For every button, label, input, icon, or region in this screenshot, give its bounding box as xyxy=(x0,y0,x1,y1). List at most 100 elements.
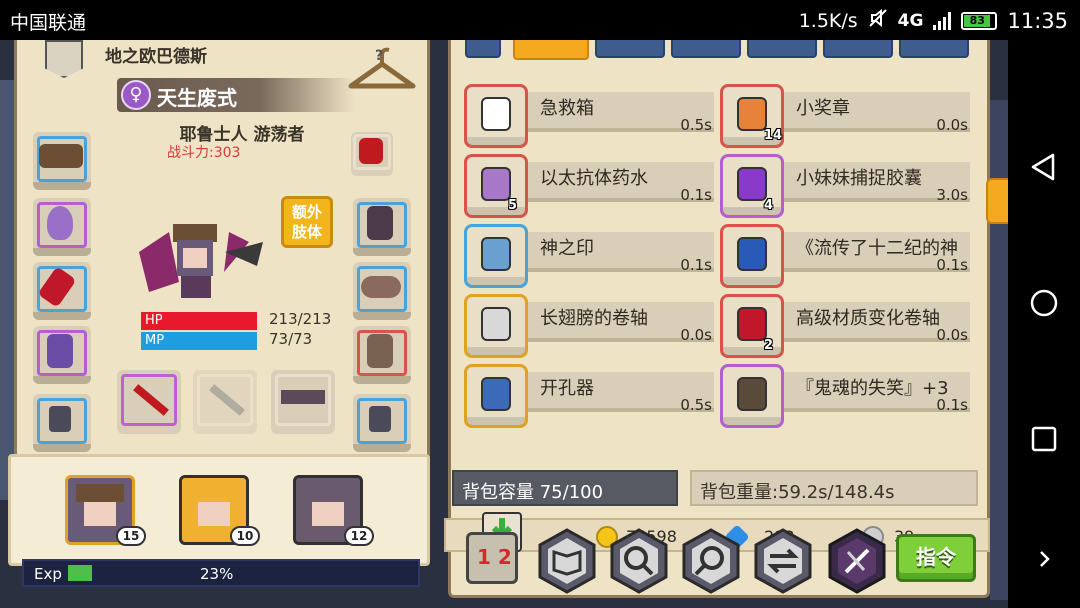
tab-1[interactable] xyxy=(513,40,589,60)
navigation-bar xyxy=(1008,40,1080,608)
equip-slot-gloves[interactable] xyxy=(353,198,411,256)
exp-track xyxy=(68,565,172,581)
inventory-item[interactable]: 小妹妹捕捉胶囊 3.0s 4 xyxy=(720,154,970,218)
bag-weight: 背包重量:59.2s/148.4s xyxy=(690,470,978,506)
item-icon xyxy=(464,84,528,148)
item-quantity: 4 xyxy=(764,198,774,213)
hp-value: 213/213 xyxy=(269,310,332,328)
back-icon[interactable] xyxy=(1029,152,1059,182)
equip-slot-pet[interactable] xyxy=(33,326,91,384)
equip-slot-armor[interactable] xyxy=(33,198,91,256)
item-icon xyxy=(720,364,784,428)
signal-icon xyxy=(933,11,952,30)
tab-5[interactable] xyxy=(823,40,893,58)
tab-3[interactable] xyxy=(671,40,741,58)
item-weight: 0.1s xyxy=(936,396,968,414)
game-screen: 地之欧巴德斯 ? ♀ 天生废式 耶鲁士人 游荡者 战斗力:303 额外 肢体 H… xyxy=(0,40,1008,608)
sort-label: 1 2 xyxy=(477,545,512,569)
mp-bar: MP xyxy=(141,332,257,350)
weapon-slot-ranged[interactable] xyxy=(271,370,335,434)
sort-button[interactable]: 1 2 xyxy=(466,532,518,584)
item-icon xyxy=(720,224,784,288)
tab-0[interactable] xyxy=(465,40,501,58)
weapon-slot-offhand[interactable] xyxy=(193,370,257,434)
clock: 11:35 xyxy=(1007,8,1068,33)
tab-2[interactable] xyxy=(595,40,665,58)
inventory-item[interactable]: 急救箱 0.5s xyxy=(464,84,714,148)
female-icon: ♀ xyxy=(121,80,151,110)
bag-weight-text: 背包重量:59.2s/148.4s xyxy=(700,482,895,503)
status-bar: 中国联通 1.5K/s 4G 83 11:35 xyxy=(0,0,1080,40)
item-weight: 3.0s xyxy=(936,186,968,204)
equip-slot-belt[interactable] xyxy=(353,262,411,320)
equip-slot-cape[interactable] xyxy=(33,262,91,320)
exp-fill xyxy=(68,565,92,581)
tab-6[interactable] xyxy=(899,40,969,58)
swap-button[interactable] xyxy=(750,528,816,594)
item-weight: 0.5s xyxy=(680,396,712,414)
item-weight: 0.0s xyxy=(936,326,968,344)
party-member-3-level: 12 xyxy=(344,526,374,546)
character-name: 天生废式 xyxy=(157,86,237,110)
exp-bar: Exp 23% xyxy=(22,559,420,587)
equip-slot-boots[interactable] xyxy=(353,326,411,384)
item-quantity: 5 xyxy=(508,198,518,213)
party-member-1-level: 15 xyxy=(116,526,146,546)
weapon-slot-main[interactable] xyxy=(117,370,181,434)
extra-limb-button[interactable]: 额外 肢体 xyxy=(281,196,333,248)
inventory-item[interactable]: 神之印 0.1s xyxy=(464,224,714,288)
tools-button[interactable] xyxy=(824,528,890,594)
party-member-2[interactable]: 10 xyxy=(179,475,260,546)
magnify-button[interactable] xyxy=(678,528,744,594)
party-member-1[interactable]: 15 xyxy=(65,475,146,546)
bag-capacity: 背包容量 75/100 xyxy=(452,470,678,506)
network-speed: 1.5K/s xyxy=(798,9,858,32)
bag-capacity-text: 背包容量 75/100 xyxy=(462,482,604,503)
item-quantity: 2 xyxy=(764,338,774,353)
search-button[interactable] xyxy=(606,528,672,594)
command-button[interactable]: 指令 xyxy=(896,534,976,582)
mute-icon xyxy=(868,8,888,33)
class-emblem-icon xyxy=(45,40,83,78)
network-type: 4G xyxy=(897,10,924,31)
item-icon xyxy=(464,154,528,218)
equip-slot-accessory-right[interactable] xyxy=(353,394,411,452)
exp-percent: 23% xyxy=(200,565,234,583)
item-icon xyxy=(464,294,528,358)
mp-value: 73/73 xyxy=(269,330,313,348)
item-weight: 0.0s xyxy=(936,116,968,134)
svg-text:?: ? xyxy=(375,48,383,64)
inventory-item[interactable]: 开孔器 0.5s xyxy=(464,364,714,428)
tab-4[interactable] xyxy=(747,40,817,58)
character-panel: 地之欧巴德斯 ? ♀ 天生废式 耶鲁士人 游荡者 战斗力:303 额外 肢体 H… xyxy=(14,40,430,495)
recents-icon[interactable] xyxy=(1029,424,1059,454)
battery-icon: 83 xyxy=(961,11,998,30)
hp-bar: HP xyxy=(141,312,257,330)
party-member-3[interactable]: 12 xyxy=(293,475,374,546)
item-icon xyxy=(720,294,784,358)
inventory-item[interactable]: 以太抗体药水 0.1s 5 xyxy=(464,154,714,218)
side-drawer-tab[interactable] xyxy=(986,178,1008,224)
wardrobe-hanger-icon[interactable]: ? xyxy=(347,46,417,96)
class-title: 地之欧巴德斯 xyxy=(105,47,207,67)
chevron-right-icon[interactable] xyxy=(1029,544,1059,574)
home-icon[interactable] xyxy=(1029,288,1059,318)
inventory-item[interactable]: 『鬼魂的失笑』+3 0.1s xyxy=(720,364,970,428)
inventory-item[interactable]: 高级材质变化卷轴 0.0s 2 xyxy=(720,294,970,358)
inventory-item[interactable]: 长翅膀的卷轴 0.0s xyxy=(464,294,714,358)
book-button[interactable] xyxy=(534,528,600,594)
exp-label: Exp xyxy=(34,565,62,583)
carrier-name: 中国联通 xyxy=(10,12,87,34)
equip-slot-accessory-left[interactable] xyxy=(33,394,91,452)
item-weight: 0.1s xyxy=(936,256,968,274)
item-icon xyxy=(464,364,528,428)
mp-label: MP xyxy=(145,333,165,348)
item-weight: 0.1s xyxy=(680,256,712,274)
party-panel: 15 10 12 xyxy=(8,454,430,566)
item-icon xyxy=(464,224,528,288)
equip-slot-mask[interactable] xyxy=(351,132,393,176)
inventory-item[interactable]: 《流传了十二纪的神 0.1s xyxy=(720,224,970,288)
item-quantity: 14 xyxy=(764,128,783,143)
inventory-item[interactable]: 小奖章 0.0s 14 xyxy=(720,84,970,148)
equip-slot-head[interactable] xyxy=(33,132,91,190)
